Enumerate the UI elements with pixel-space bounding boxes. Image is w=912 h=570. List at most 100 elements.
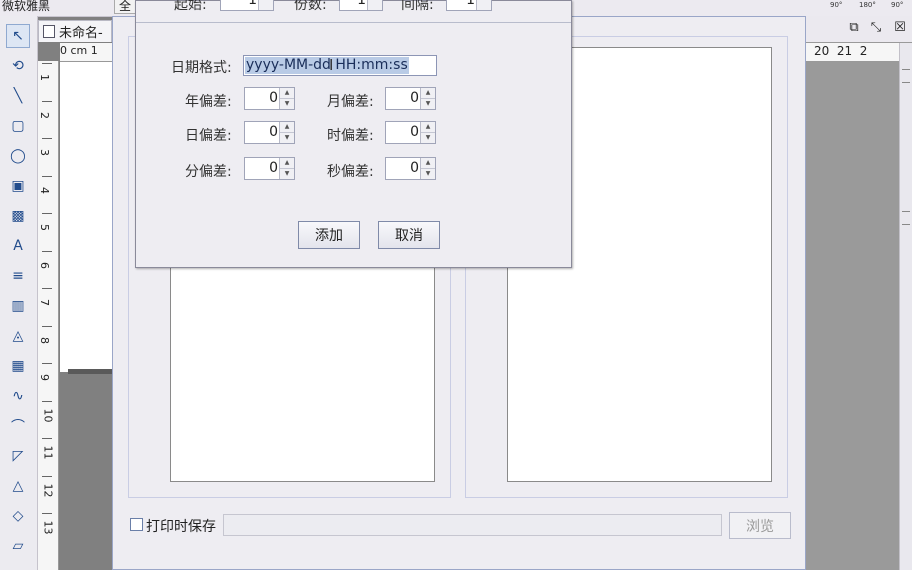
date-format-label: 日期格式: (171, 60, 232, 76)
second-offset-label: 秒偏差: (327, 164, 374, 180)
rotate-90-label[interactable]: 90° (830, 1, 842, 9)
vertical-ruler-tick (42, 325, 52, 327)
spinner-arrows-icon[interactable] (367, 0, 382, 10)
restore-window-icon[interactable]: ⧉ (846, 20, 862, 36)
copies-label: 份数: (294, 0, 327, 13)
vertical-ruler-number: 3 (38, 149, 51, 156)
preview-page-left (170, 260, 435, 482)
document-icon (43, 25, 55, 38)
vertical-ruler-tick (42, 213, 52, 214)
font-selector[interactable]: 微软雅黑 (2, 0, 50, 14)
print-save-label: 打印时保存 (146, 519, 216, 535)
text-cursor-icon: I (329, 56, 334, 74)
spinner-arrows-icon[interactable]: ▲ ▼ (279, 158, 294, 179)
image-icon[interactable]: ▣ (6, 174, 30, 198)
parallelogram-icon[interactable]: ▱ (6, 534, 30, 558)
spinner-arrows-icon[interactable]: ▲ ▼ (279, 122, 294, 143)
scroll-grip-bottom[interactable] (902, 211, 910, 225)
vertical-ruler-tick (42, 250, 52, 252)
vertical-ruler-number: 5 (38, 224, 51, 231)
spinner-arrows-icon[interactable]: ▲ ▼ (420, 158, 435, 179)
rotate-icon[interactable]: ⟲ (6, 54, 30, 78)
curve-icon[interactable]: ∿ (6, 384, 30, 408)
barcode-icon[interactable]: ▥ (6, 294, 30, 318)
spinner-arrows-icon[interactable] (258, 0, 273, 10)
vertical-ruler-tick (42, 63, 52, 64)
label-canvas[interactable] (60, 62, 114, 372)
hour-offset-label: 时偏差: (327, 128, 374, 144)
document-tab-title: 未命名- (59, 26, 103, 41)
year-offset-label: 年偏差: (185, 94, 232, 110)
print-save-checkbox[interactable] (130, 518, 143, 531)
top-toolbar-button[interactable]: 全 (114, 0, 136, 14)
scroll-grip-top[interactable] (902, 69, 910, 83)
horizontal-ruler-right: 20 21 2 (806, 43, 899, 62)
workspace-background (806, 16, 912, 570)
vertical-ruler-tick (42, 513, 52, 514)
interval-label: 间隔: (401, 0, 434, 13)
vertical-ruler-tick (42, 363, 52, 364)
diamond-icon[interactable]: ◇ (6, 504, 30, 528)
spinner-arrows-icon[interactable]: ▲ ▼ (420, 88, 435, 109)
day-offset-spinner[interactable]: 0 ▲ ▼ (244, 121, 295, 144)
rotate-270-label[interactable]: 90° (891, 1, 903, 9)
hour-offset-spinner[interactable]: 0 ▲ ▼ (385, 121, 436, 144)
spinner-arrows-icon[interactable] (476, 0, 491, 10)
text-icon[interactable]: A (6, 234, 30, 258)
vertical-ruler-tick (42, 475, 52, 477)
rich-text-icon[interactable]: ≡ (6, 264, 30, 288)
canvas-shadow (68, 369, 114, 374)
document-tab[interactable]: 未命名- (38, 20, 112, 42)
arc-icon[interactable]: ⌒ (6, 414, 30, 438)
vertical-ruler-number: 13 (41, 520, 55, 535)
left-tool-palette: ↖ ⟲ ╲ ▢ ◯ ▣ ▩ A ≡ ▥ ◬ ▦ ∿ ⌒ ◸ △ ◇ ▱ (0, 16, 38, 570)
picture-icon[interactable]: ▩ (6, 204, 30, 228)
start-spinner[interactable]: 1 (220, 0, 274, 11)
spinner-arrows-icon[interactable]: ▲ ▼ (420, 122, 435, 143)
vertical-ruler-number: 2 (38, 111, 51, 119)
minute-offset-label: 分偏差: (185, 164, 232, 180)
vertical-ruler-number: 10 (41, 408, 55, 422)
triangle-icon[interactable]: △ (6, 474, 30, 498)
vertical-ruler-tick (42, 100, 52, 102)
interval-spinner[interactable]: 1 (446, 0, 492, 11)
vertical-ruler-tick (42, 288, 52, 289)
year-offset-spinner[interactable]: 0 ▲ ▼ (244, 87, 295, 110)
rectangle-icon[interactable]: ▢ (6, 114, 30, 138)
vertical-ruler-number: 11 (41, 445, 55, 460)
save-path-input[interactable] (223, 514, 722, 536)
month-offset-spinner[interactable]: 0 ▲ ▼ (385, 87, 436, 110)
date-format-input[interactable]: yyyy-MM-dd HH:mm:ss I (243, 55, 437, 76)
minute-offset-spinner[interactable]: 0 ▲ ▼ (244, 157, 295, 180)
horizontal-ruler-label: 0 cm 1 (60, 44, 98, 57)
vertical-ruler: 1 2 3 4 5 6 7 8 9 10 11 12 13 (38, 61, 59, 570)
start-label: 起始: (174, 0, 207, 13)
ellipse-icon[interactable]: ◯ (6, 144, 30, 168)
close-window-icon[interactable]: ☒ (892, 20, 908, 36)
polygon-icon[interactable]: ◸ (6, 444, 30, 468)
browse-button[interactable]: 浏览 (729, 512, 791, 539)
horizontal-ruler-right-label: 20 21 2 (814, 44, 868, 58)
vertical-ruler-number: 6 (38, 261, 51, 269)
vertical-ruler-number: 9 (38, 374, 51, 381)
spinner-arrows-icon[interactable]: ▲ ▼ (279, 88, 294, 109)
vertical-ruler-tick (42, 400, 52, 402)
add-button[interactable]: 添加 (298, 221, 360, 249)
dialog-separator (136, 22, 571, 23)
horizontal-ruler: 0 cm 1 (60, 43, 114, 62)
pointer-icon[interactable]: ↖ (6, 24, 30, 48)
second-offset-spinner[interactable]: 0 ▲ ▼ (385, 157, 436, 180)
line-icon[interactable]: ╲ (6, 84, 30, 108)
rotate-180-label[interactable]: 180° (859, 1, 876, 9)
qrcode-icon[interactable]: ▦ (6, 354, 30, 378)
vertical-ruler-number: 8 (38, 336, 51, 344)
vertical-ruler-number: 12 (41, 483, 55, 497)
vertical-ruler-tick (42, 175, 52, 177)
minimize-window-icon[interactable]: ⤡ (868, 20, 884, 36)
vertical-scrollbar[interactable] (899, 43, 912, 570)
day-offset-label: 日偏差: (185, 128, 232, 144)
copies-spinner[interactable]: 1 (339, 0, 383, 11)
cancel-button[interactable]: 取消 (378, 221, 440, 249)
triangle-shape-icon[interactable]: ◬ (6, 324, 30, 348)
vertical-ruler-number: 1 (38, 74, 51, 81)
